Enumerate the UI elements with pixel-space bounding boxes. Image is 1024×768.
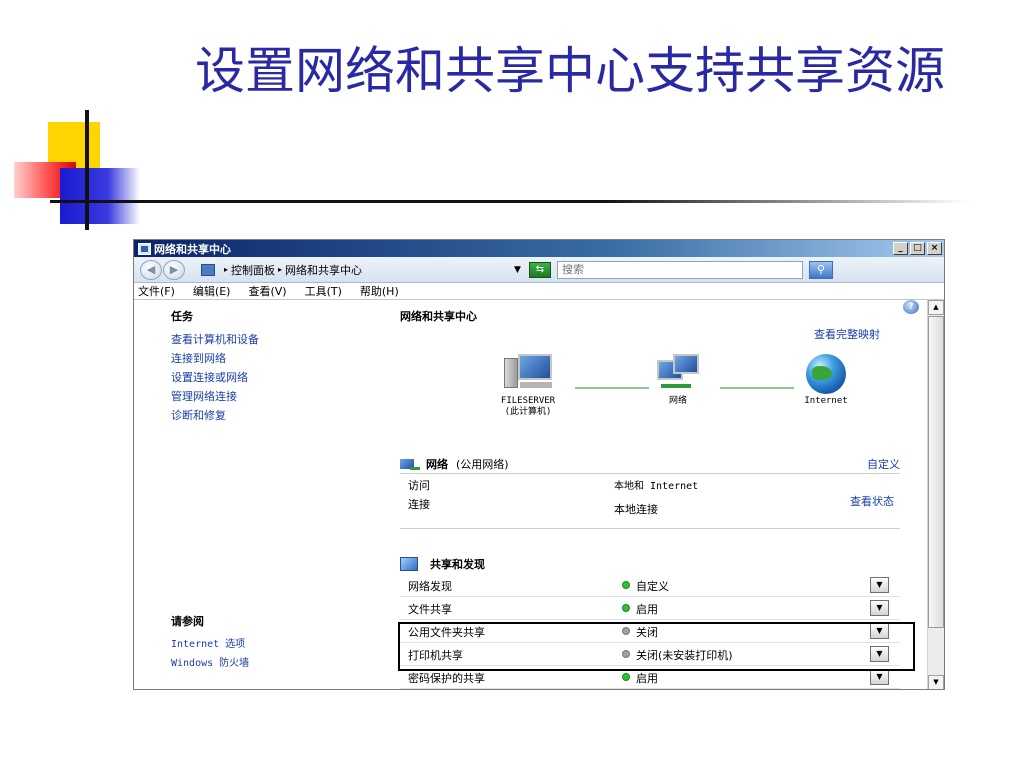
- connection-row: 连接 本地连接 查看状态: [400, 493, 900, 521]
- connection-label: 连接: [408, 498, 430, 511]
- node-this-computer[interactable]: FILESERVER (此计算机): [488, 354, 568, 418]
- breadcrumb-control-panel[interactable]: 控制面板: [231, 262, 275, 278]
- row-value: 启用: [636, 603, 658, 616]
- task-diagnose-repair[interactable]: 诊断和修复: [171, 406, 371, 425]
- tasks-heading: 任务: [171, 310, 193, 323]
- scroll-up-button[interactable]: ▲: [928, 300, 944, 315]
- connection-value: 本地连接: [614, 503, 658, 516]
- address-bar: ◀ ▶ ▸ 控制面板 ▸ 网络和共享中心 ▼ ⇆ ⚲: [134, 257, 944, 283]
- menu-file[interactable]: 文件(F): [138, 283, 175, 299]
- network-type: (公用网络): [456, 457, 509, 471]
- address-dropdown-icon[interactable]: ▼: [514, 265, 521, 275]
- vertical-scrollbar[interactable]: ▲ ▼: [927, 300, 944, 689]
- network-label: 网络: [668, 396, 687, 406]
- main-title: 网络和共享中心: [400, 310, 477, 323]
- row-value: 自定义: [636, 580, 669, 593]
- window-controls: _ □ ×: [893, 242, 944, 255]
- sharing-title: 共享和发现: [430, 558, 485, 571]
- slide-title: 设置网络和共享中心支持共享资源: [195, 42, 945, 100]
- sharing-row-network-discovery: 网络发现 自定义 ▼: [400, 574, 900, 597]
- view-status-link[interactable]: 查看状态: [850, 496, 900, 507]
- back-button[interactable]: ◀: [140, 259, 162, 280]
- highlight-box: [398, 622, 915, 671]
- network-icon: [400, 457, 422, 471]
- row-label: 网络发现: [408, 580, 452, 593]
- decor-blue-bar: [60, 168, 140, 224]
- search-input[interactable]: [556, 260, 803, 279]
- computer-icon: [502, 354, 554, 392]
- network-sharing-window: 网络和共享中心 _ □ × ◀ ▶ ▸ 控制面板 ▸ 网络和共享中心 ▼ ⇆ ⚲…: [133, 239, 945, 690]
- expand-button[interactable]: ▼: [870, 600, 889, 616]
- refresh-button[interactable]: ⇆: [528, 261, 551, 278]
- network-icon: [655, 354, 701, 392]
- status-on-icon: [622, 604, 630, 612]
- sharing-icon: [400, 557, 418, 571]
- scroll-thumb[interactable]: [928, 316, 944, 628]
- connection-line: [575, 387, 649, 389]
- content-area: 任务 查看计算机和设备 连接到网络 设置连接或网络 管理网络连接 诊断和修复 请…: [134, 300, 944, 689]
- decor-vertical-line: [85, 110, 89, 230]
- network-section-header: 网络 (公用网络) 自定义: [400, 454, 900, 474]
- windows-firewall-link[interactable]: Windows 防火墙: [171, 654, 249, 673]
- internet-label: Internet: [804, 396, 848, 406]
- computer-sub: (此计算机): [504, 407, 552, 417]
- task-connect-network[interactable]: 连接到网络: [171, 349, 371, 368]
- sharing-section-header: 共享和发现: [400, 554, 900, 574]
- main-panel: 网络和共享中心 查看完整映射 FILESERVER (此计算机) 网络 Inte…: [400, 308, 900, 689]
- decor-horizontal-line: [50, 200, 970, 203]
- see-also-heading: 请参阅: [171, 615, 204, 628]
- chevron-right-icon[interactable]: ▸: [278, 265, 282, 274]
- menu-edit[interactable]: 编辑(E): [193, 283, 231, 299]
- close-button[interactable]: ×: [927, 242, 942, 255]
- search-icon[interactable]: ⚲: [808, 260, 833, 279]
- control-panel-icon: [201, 263, 215, 276]
- row-label: 密码保护的共享: [408, 672, 485, 685]
- maximize-button[interactable]: □: [910, 242, 925, 255]
- see-also-panel: 请参阅 Internet 选项 Windows 防火墙: [171, 613, 249, 673]
- window-title: 网络和共享中心: [154, 242, 231, 256]
- menu-help[interactable]: 帮助(H): [360, 283, 399, 299]
- network-section: 网络 (公用网络) 自定义 访问 本地和 Internet 连接 本地连接 查看…: [400, 454, 900, 529]
- internet-options-link[interactable]: Internet 选项: [171, 635, 249, 654]
- customize-link[interactable]: 自定义: [867, 456, 900, 472]
- chevron-right-icon[interactable]: ▸: [224, 265, 228, 274]
- row-value: 启用: [636, 672, 658, 685]
- network-name: 网络: [426, 457, 448, 471]
- breadcrumb-network-center[interactable]: 网络和共享中心: [285, 262, 362, 278]
- task-setup-connection[interactable]: 设置连接或网络: [171, 368, 371, 387]
- node-network[interactable]: 网络: [648, 354, 708, 407]
- connection-line: [720, 387, 794, 389]
- task-view-computers[interactable]: 查看计算机和设备: [171, 330, 371, 349]
- divider: [400, 521, 900, 529]
- title-bar: 网络和共享中心 _ □ ×: [134, 240, 944, 257]
- row-label: 文件共享: [408, 603, 452, 616]
- help-icon[interactable]: ?: [903, 300, 919, 314]
- task-manage-connections[interactable]: 管理网络连接: [171, 387, 371, 406]
- status-on-icon: [622, 581, 630, 589]
- status-on-icon: [622, 673, 630, 681]
- task-sidebar: 任务 查看计算机和设备 连接到网络 设置连接或网络 管理网络连接 诊断和修复: [171, 308, 371, 425]
- menu-bar: 文件(F) 编辑(E) 查看(V) 工具(T) 帮助(H): [134, 283, 944, 300]
- globe-icon: [806, 354, 846, 394]
- menu-tools[interactable]: 工具(T): [305, 283, 342, 299]
- computer-name: FILESERVER: [500, 396, 556, 406]
- node-internet[interactable]: Internet: [790, 354, 862, 407]
- expand-button[interactable]: ▼: [870, 577, 889, 593]
- access-row: 访问 本地和 Internet: [400, 474, 900, 493]
- network-center-icon: [138, 242, 151, 255]
- access-value: 本地和 Internet: [614, 481, 699, 492]
- expand-button[interactable]: ▼: [870, 669, 889, 685]
- sharing-row-file-sharing: 文件共享 启用 ▼: [400, 597, 900, 620]
- breadcrumb: ▸ 控制面板 ▸ 网络和共享中心: [221, 262, 362, 278]
- minimize-button[interactable]: _: [893, 242, 908, 255]
- scroll-down-button[interactable]: ▼: [928, 675, 944, 689]
- view-full-map-link[interactable]: 查看完整映射: [814, 326, 880, 342]
- menu-view[interactable]: 查看(V): [248, 283, 286, 299]
- forward-button[interactable]: ▶: [163, 259, 185, 280]
- access-label: 访问: [408, 479, 430, 492]
